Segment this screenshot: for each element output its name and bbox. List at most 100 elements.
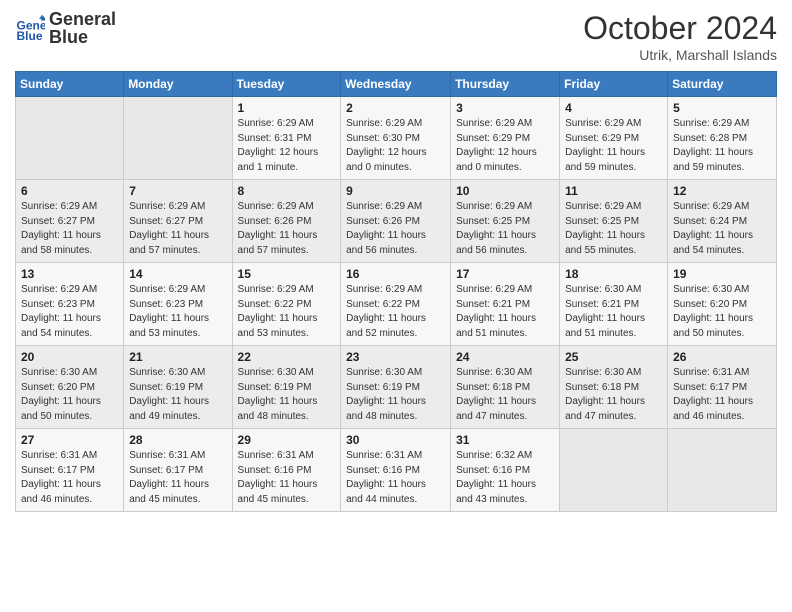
weekday-header-row: SundayMondayTuesdayWednesdayThursdayFrid… [16, 72, 777, 97]
day-number: 18 [565, 267, 662, 281]
day-number: 25 [565, 350, 662, 364]
day-cell: 22 Sunrise: 6:30 AM Sunset: 6:19 PM Dayli… [232, 346, 341, 429]
location: Utrik, Marshall Islands [583, 47, 777, 63]
day-number: 29 [238, 433, 336, 447]
day-detail: Sunrise: 6:29 AM Sunset: 6:31 PM Dayligh… [238, 117, 336, 175]
day-detail: Sunrise: 6:30 AM Sunset: 6:19 PM Dayligh… [238, 366, 336, 424]
day-cell: 18 Sunrise: 6:30 AM Sunset: 6:21 PM Dayli… [560, 263, 668, 346]
day-number: 3 [456, 101, 554, 115]
day-detail: Sunrise: 6:29 AM Sunset: 6:29 PM Dayligh… [456, 117, 554, 175]
day-number: 17 [456, 267, 554, 281]
day-cell: 28 Sunrise: 6:31 AM Sunset: 6:17 PM Dayli… [124, 429, 232, 512]
day-detail: Sunrise: 6:30 AM Sunset: 6:21 PM Dayligh… [565, 283, 662, 341]
day-number: 22 [238, 350, 336, 364]
logo-text: General Blue [49, 10, 116, 46]
calendar-table: SundayMondayTuesdayWednesdayThursdayFrid… [15, 71, 777, 512]
day-number: 21 [129, 350, 226, 364]
day-detail: Sunrise: 6:31 AM Sunset: 6:17 PM Dayligh… [673, 366, 771, 424]
day-detail: Sunrise: 6:29 AM Sunset: 6:26 PM Dayligh… [346, 200, 445, 258]
day-number: 13 [21, 267, 118, 281]
day-cell: 20 Sunrise: 6:30 AM Sunset: 6:20 PM Dayli… [16, 346, 124, 429]
week-row-4: 20 Sunrise: 6:30 AM Sunset: 6:20 PM Dayli… [16, 346, 777, 429]
day-cell: 9 Sunrise: 6:29 AM Sunset: 6:26 PM Daylig… [341, 180, 451, 263]
day-detail: Sunrise: 6:29 AM Sunset: 6:24 PM Dayligh… [673, 200, 771, 258]
day-detail: Sunrise: 6:31 AM Sunset: 6:16 PM Dayligh… [238, 449, 336, 507]
week-row-3: 13 Sunrise: 6:29 AM Sunset: 6:23 PM Dayli… [16, 263, 777, 346]
day-detail: Sunrise: 6:31 AM Sunset: 6:17 PM Dayligh… [129, 449, 226, 507]
logo: General Blue General Blue [15, 10, 116, 46]
page-header: General Blue General Blue October 2024 U… [15, 10, 777, 63]
day-number: 4 [565, 101, 662, 115]
logo-line1: General [49, 10, 116, 28]
day-cell: 2Sunrise: 6:29 AM Sunset: 6:30 PM Daylig… [341, 97, 451, 180]
day-number: 2 [346, 101, 445, 115]
weekday-header-thursday: Thursday [451, 72, 560, 97]
day-detail: Sunrise: 6:29 AM Sunset: 6:27 PM Dayligh… [129, 200, 226, 258]
weekday-header-sunday: Sunday [16, 72, 124, 97]
day-detail: Sunrise: 6:29 AM Sunset: 6:27 PM Dayligh… [21, 200, 118, 258]
day-cell [560, 429, 668, 512]
day-cell [668, 429, 777, 512]
day-cell: 31Sunrise: 6:32 AM Sunset: 6:16 PM Dayli… [451, 429, 560, 512]
logo-icon: General Blue [15, 13, 45, 43]
day-cell: 13 Sunrise: 6:29 AM Sunset: 6:23 PM Dayli… [16, 263, 124, 346]
day-number: 8 [238, 184, 336, 198]
day-number: 7 [129, 184, 226, 198]
day-cell: 12 Sunrise: 6:29 AM Sunset: 6:24 PM Dayli… [668, 180, 777, 263]
day-detail: Sunrise: 6:29 AM Sunset: 6:22 PM Dayligh… [238, 283, 336, 341]
month-year: October 2024 [583, 10, 777, 47]
day-cell: 17 Sunrise: 6:29 AM Sunset: 6:21 PM Dayli… [451, 263, 560, 346]
day-cell: 30 Sunrise: 6:31 AM Sunset: 6:16 PM Dayli… [341, 429, 451, 512]
logo-line2: Blue [49, 28, 116, 46]
day-number: 6 [21, 184, 118, 198]
day-number: 12 [673, 184, 771, 198]
day-cell: 14 Sunrise: 6:29 AM Sunset: 6:23 PM Dayli… [124, 263, 232, 346]
day-number: 24 [456, 350, 554, 364]
day-number: 14 [129, 267, 226, 281]
day-cell: 3 Sunrise: 6:29 AM Sunset: 6:29 PM Daylig… [451, 97, 560, 180]
day-detail: Sunrise: 6:29 AM Sunset: 6:28 PM Dayligh… [673, 117, 771, 175]
week-row-5: 27 Sunrise: 6:31 AM Sunset: 6:17 PM Dayli… [16, 429, 777, 512]
day-cell: 8Sunrise: 6:29 AM Sunset: 6:26 PM Daylig… [232, 180, 341, 263]
day-cell: 1Sunrise: 6:29 AM Sunset: 6:31 PM Daylig… [232, 97, 341, 180]
day-number: 5 [673, 101, 771, 115]
day-detail: Sunrise: 6:29 AM Sunset: 6:23 PM Dayligh… [21, 283, 118, 341]
svg-text:Blue: Blue [17, 29, 43, 43]
day-detail: Sunrise: 6:29 AM Sunset: 6:23 PM Dayligh… [129, 283, 226, 341]
day-number: 19 [673, 267, 771, 281]
day-detail: Sunrise: 6:30 AM Sunset: 6:20 PM Dayligh… [21, 366, 118, 424]
day-number: 26 [673, 350, 771, 364]
day-number: 15 [238, 267, 336, 281]
day-number: 16 [346, 267, 445, 281]
weekday-header-friday: Friday [560, 72, 668, 97]
day-detail: Sunrise: 6:30 AM Sunset: 6:18 PM Dayligh… [565, 366, 662, 424]
weekday-header-saturday: Saturday [668, 72, 777, 97]
day-number: 30 [346, 433, 445, 447]
day-number: 20 [21, 350, 118, 364]
day-detail: Sunrise: 6:29 AM Sunset: 6:29 PM Dayligh… [565, 117, 662, 175]
day-cell: 19 Sunrise: 6:30 AM Sunset: 6:20 PM Dayli… [668, 263, 777, 346]
day-cell: 15 Sunrise: 6:29 AM Sunset: 6:22 PM Dayli… [232, 263, 341, 346]
week-row-2: 6 Sunrise: 6:29 AM Sunset: 6:27 PM Daylig… [16, 180, 777, 263]
day-number: 27 [21, 433, 118, 447]
day-cell: 24 Sunrise: 6:30 AM Sunset: 6:18 PM Dayli… [451, 346, 560, 429]
day-detail: Sunrise: 6:30 AM Sunset: 6:18 PM Dayligh… [456, 366, 554, 424]
day-number: 11 [565, 184, 662, 198]
weekday-header-monday: Monday [124, 72, 232, 97]
day-detail: Sunrise: 6:31 AM Sunset: 6:17 PM Dayligh… [21, 449, 118, 507]
weekday-header-tuesday: Tuesday [232, 72, 341, 97]
day-detail: Sunrise: 6:29 AM Sunset: 6:21 PM Dayligh… [456, 283, 554, 341]
day-cell: 4 Sunrise: 6:29 AM Sunset: 6:29 PM Daylig… [560, 97, 668, 180]
day-number: 23 [346, 350, 445, 364]
title-block: October 2024 Utrik, Marshall Islands [583, 10, 777, 63]
day-number: 28 [129, 433, 226, 447]
day-cell [124, 97, 232, 180]
day-cell: 21Sunrise: 6:30 AM Sunset: 6:19 PM Dayli… [124, 346, 232, 429]
day-detail: Sunrise: 6:30 AM Sunset: 6:20 PM Dayligh… [673, 283, 771, 341]
day-cell: 26 Sunrise: 6:31 AM Sunset: 6:17 PM Dayli… [668, 346, 777, 429]
day-cell: 27 Sunrise: 6:31 AM Sunset: 6:17 PM Dayli… [16, 429, 124, 512]
day-detail: Sunrise: 6:31 AM Sunset: 6:16 PM Dayligh… [346, 449, 445, 507]
day-detail: Sunrise: 6:32 AM Sunset: 6:16 PM Dayligh… [456, 449, 554, 507]
weekday-header-wednesday: Wednesday [341, 72, 451, 97]
day-number: 9 [346, 184, 445, 198]
